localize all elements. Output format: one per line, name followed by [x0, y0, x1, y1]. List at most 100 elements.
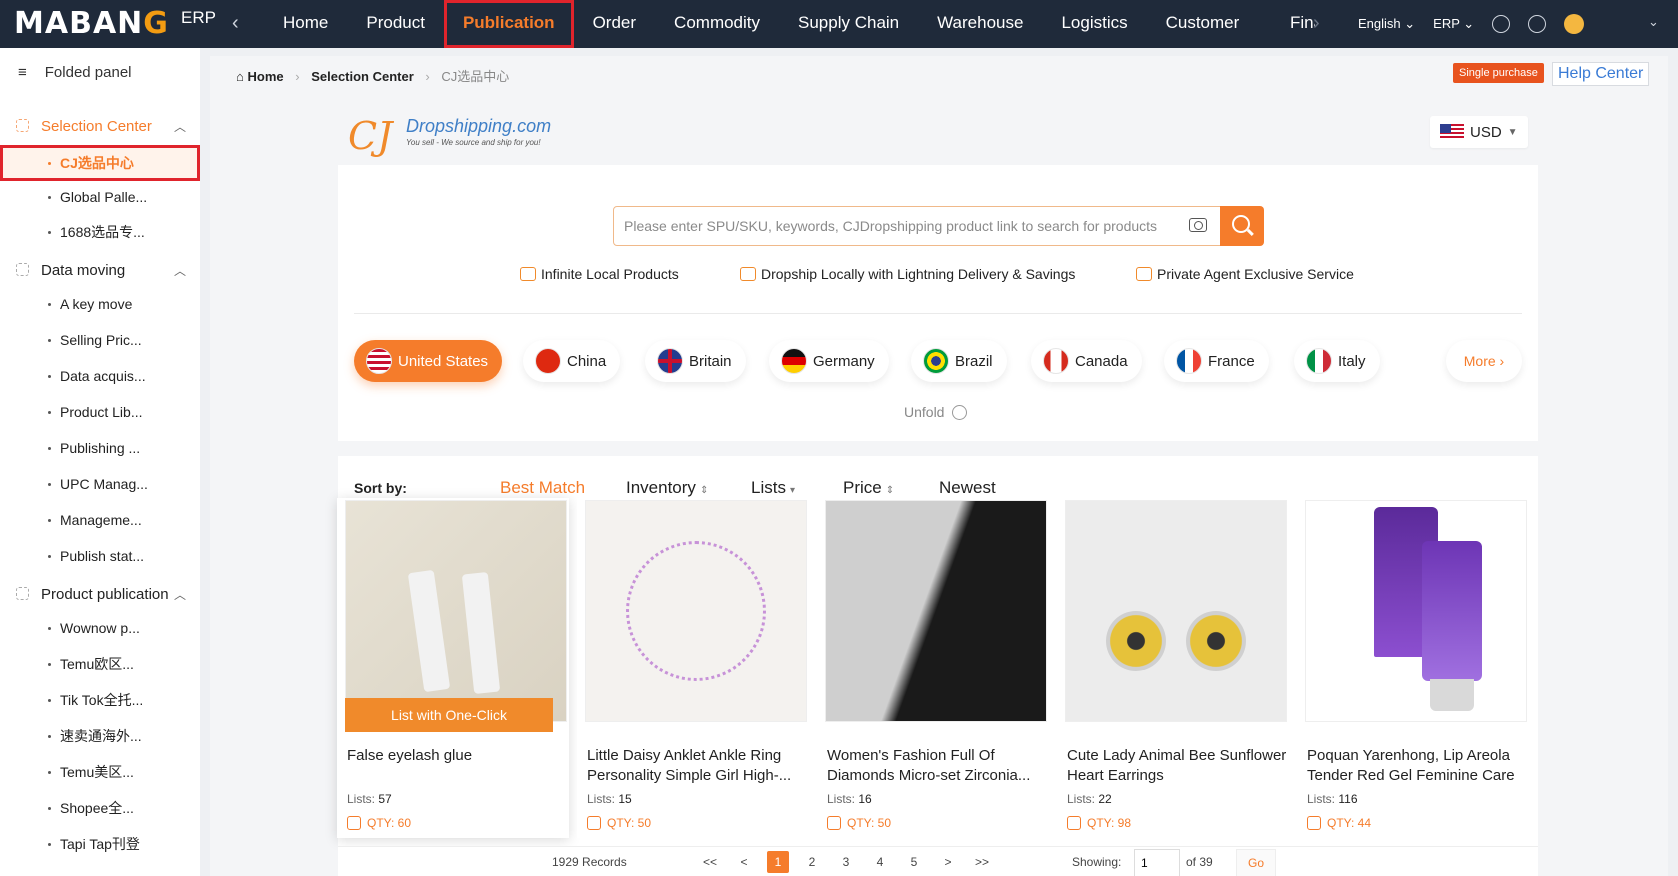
search-box [613, 206, 1229, 246]
nav-order[interactable]: Order [574, 0, 655, 48]
country-france[interactable]: France [1164, 340, 1269, 382]
sidebar-item-publish-status[interactable]: Publish stat... [0, 538, 200, 574]
sort-price[interactable]: Price ⇕ [843, 478, 894, 498]
chevron-up-icon: ︿ [173, 264, 186, 278]
help-icon[interactable] [1528, 15, 1547, 33]
help-center-button[interactable]: Help Center [1552, 62, 1650, 86]
folded-panel-toggle[interactable]: ≡ Folded panel [18, 64, 132, 81]
page-prev-button[interactable]: < [733, 851, 755, 873]
nav-supply-chain[interactable]: Supply Chain [779, 0, 918, 48]
avatar[interactable] [1564, 14, 1585, 34]
product-card[interactable]: Poquan Yarenhong, Lip Areola Tender Red … [1297, 498, 1529, 838]
breadcrumb-home[interactable]: Home [247, 69, 283, 84]
sidebar-item-global-pallet[interactable]: Global Palle... [0, 179, 200, 215]
sort-lists[interactable]: Lists ▾ [751, 478, 795, 498]
product-image[interactable] [825, 500, 1047, 722]
sidebar-item-publishing[interactable]: Publishing ... [0, 430, 200, 466]
sort-best-match[interactable]: Best Match [500, 478, 585, 498]
product-title[interactable]: Poquan Yarenhong, Lip Areola Tender Red … [1307, 746, 1529, 786]
product-title[interactable]: Little Daisy Anklet Ankle Ring Personali… [587, 746, 809, 786]
product-image[interactable] [585, 500, 807, 722]
diamond-icon [520, 267, 536, 281]
nav-scroll-right-icon[interactable]: › [1313, 12, 1320, 35]
country-brazil[interactable]: Brazil [911, 340, 1007, 382]
country-united-states[interactable]: United States [354, 340, 503, 382]
single-purchase-button[interactable]: Single purchase [1453, 63, 1544, 83]
system-selector[interactable]: ERP ⌄ [1433, 16, 1474, 32]
camera-icon[interactable] [1189, 218, 1207, 232]
language-selector[interactable]: English ⌄ [1358, 16, 1415, 32]
unfold-toggle[interactable]: Unfold [904, 404, 968, 420]
nav-publication[interactable]: Publication [443, 0, 574, 48]
sidebar-item-a-key-move[interactable]: A key move [0, 286, 200, 322]
country-britain[interactable]: Britain [645, 340, 746, 382]
product-image[interactable] [1065, 500, 1287, 722]
sort-newest[interactable]: Newest [939, 478, 996, 498]
product-card[interactable]: Little Daisy Anklet Ankle Ring Personali… [577, 498, 809, 838]
sidebar-item-upc-management[interactable]: UPC Manag... [0, 466, 200, 502]
product-title[interactable]: Women's Fashion Full Of Diamonds Micro-s… [827, 746, 1049, 786]
nav-home[interactable]: Home [264, 0, 347, 48]
country-germany[interactable]: Germany [769, 340, 889, 382]
sidebar-item-product-library[interactable]: Product Lib... [0, 394, 200, 430]
product-title[interactable]: Cute Lady Animal Bee Sunflower Heart Ear… [1067, 746, 1289, 786]
sidebar-item-shopee[interactable]: Shopee全... [0, 790, 200, 826]
page-next-button[interactable]: > [937, 851, 959, 873]
caret-down-icon: ▾ [789, 485, 795, 496]
sidebar-item-temu-eu[interactable]: Temu欧区... [0, 646, 200, 682]
page-first-button[interactable]: << [699, 851, 721, 873]
nav-logistics[interactable]: Logistics [1042, 0, 1146, 48]
sidebar-item-tiktok[interactable]: Tik Tok全托... [0, 682, 200, 718]
nav-product[interactable]: Product [347, 0, 444, 48]
sidebar-item-temu-us[interactable]: Temu美区... [0, 754, 200, 790]
product-lists: Lists: 15 [587, 792, 632, 806]
page-5-button[interactable]: 5 [903, 851, 925, 873]
sort-inventory[interactable]: Inventory ⇕ [626, 478, 708, 498]
country-italy[interactable]: Italy [1294, 340, 1380, 382]
sidebar-item-cj-selection[interactable]: CJ选品中心 [0, 145, 200, 181]
sidebar-section-product-publication[interactable]: Product publication ︿ [16, 586, 186, 603]
country-canada[interactable]: Canada [1031, 340, 1142, 382]
sidebar-item-1688-selection[interactable]: 1688选品专... [0, 214, 200, 250]
product-title[interactable]: False eyelash glue [347, 746, 569, 786]
product-card[interactable]: List with One-Click False eyelash glue L… [337, 498, 569, 838]
page-3-button[interactable]: 3 [835, 851, 857, 873]
sidebar-item-data-acquisition[interactable]: Data acquis... [0, 358, 200, 394]
more-countries-button[interactable]: More › [1446, 340, 1522, 382]
chevron-down-icon[interactable]: ⌄ [1648, 14, 1659, 30]
breadcrumb-selection-center[interactable]: Selection Center [311, 69, 414, 84]
sidebar-item-tapi-tap[interactable]: Tapi Tap刊登 [0, 826, 200, 862]
nav-warehouse[interactable]: Warehouse [918, 0, 1042, 48]
nav-commodity[interactable]: Commodity [655, 0, 779, 48]
mabang-logo[interactable]: MABANG [14, 6, 169, 41]
page-number-input[interactable] [1134, 849, 1180, 876]
page-2-button[interactable]: 2 [801, 851, 823, 873]
uk-flag-icon [657, 348, 683, 374]
product-card[interactable]: Women's Fashion Full Of Diamonds Micro-s… [817, 498, 1049, 838]
sidebar-section-selection-center[interactable]: Selection Center ︿ [16, 118, 186, 135]
nav-scroll-left-icon[interactable]: ‹ [232, 12, 239, 35]
sidebar-item-wownow[interactable]: Wownow p... [0, 610, 200, 646]
product-image[interactable] [345, 500, 567, 722]
currency-selector[interactable]: USD ▼ [1430, 116, 1528, 148]
sidebar-item-management[interactable]: Manageme... [0, 502, 200, 538]
page-1-button[interactable]: 1 [767, 851, 789, 873]
search-input[interactable] [624, 215, 1174, 237]
product-lists: Lists: 16 [827, 792, 872, 806]
sidebar-item-selling-price[interactable]: Selling Pric... [0, 322, 200, 358]
list-one-click-button[interactable]: List with One-Click [345, 698, 553, 732]
sidebar-item-aliexpress[interactable]: 速卖通海外... [0, 718, 200, 754]
country-china[interactable]: China [523, 340, 621, 382]
top-navigation-bar: MABANG ERP ‹ Home Product Publication Or… [0, 0, 1678, 48]
go-button[interactable]: Go [1236, 849, 1276, 876]
page-last-button[interactable]: >> [971, 851, 993, 873]
product-lists: Lists: 57 [347, 792, 392, 806]
page-4-button[interactable]: 4 [869, 851, 891, 873]
nav-customer[interactable]: Customer [1147, 0, 1259, 48]
product-card[interactable]: Cute Lady Animal Bee Sunflower Heart Ear… [1057, 498, 1289, 838]
grid-icon [16, 587, 29, 600]
sidebar-section-data-moving[interactable]: Data moving ︿ [16, 262, 186, 279]
product-image[interactable] [1305, 500, 1527, 722]
search-button[interactable] [1220, 206, 1264, 246]
bell-icon[interactable] [1492, 15, 1511, 33]
